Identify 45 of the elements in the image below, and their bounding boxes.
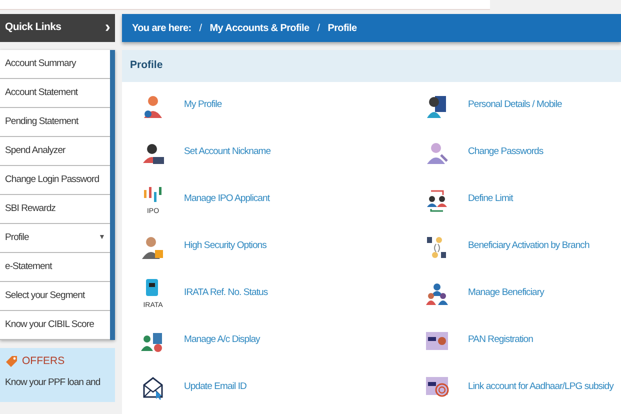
chevron-icon: ›: [104, 20, 110, 36]
sidebar-item[interactable]: Profile: [5, 230, 29, 246]
sidebar-item[interactable]: e-Statement: [5, 260, 52, 274]
person-document-icon: [425, 94, 449, 118]
breadcrumb-separator: /: [317, 22, 320, 36]
breadcrumb-separator: /: [199, 22, 202, 36]
profile-link[interactable]: Change Passwords: [468, 145, 544, 160]
profile-link[interactable]: Link account for Aadhaar/LPG subsidy: [468, 380, 614, 395]
sidebar-item[interactable]: Account Summary: [5, 56, 76, 72]
person-wrench-icon: [425, 140, 449, 164]
profile-link[interactable]: Update Email ID: [184, 380, 246, 395]
profile-link[interactable]: Define Limit: [468, 192, 513, 207]
tag-icon: [5, 355, 18, 368]
person-lock-icon: [141, 234, 165, 258]
person-gear-icon: [141, 94, 165, 118]
profile-link[interactable]: High Security Options: [184, 239, 266, 254]
sidebar-item[interactable]: Spend Analyzer: [5, 144, 66, 158]
profile-link[interactable]: My Profile: [184, 98, 222, 113]
sidebar-item[interactable]: Change Login Password: [5, 172, 100, 188]
people-exchange-icon: [425, 188, 449, 212]
profile-link[interactable]: Beneficiary Activation by Branch: [468, 239, 590, 254]
breadcrumb-label: You are here:: [132, 22, 192, 36]
sidebar-item[interactable]: Account Statement: [5, 86, 78, 100]
quick-links-title: Quick Links: [5, 20, 62, 36]
breadcrumb-item[interactable]: Profile: [328, 20, 357, 36]
profile-link[interactable]: Manage IPO Applicant: [184, 192, 270, 207]
envelope-cursor-icon: [141, 376, 165, 400]
devices-link-icon: [425, 234, 449, 258]
sidebar-item[interactable]: Select your Segment: [5, 288, 85, 304]
offers-title: OFFERS: [22, 354, 65, 369]
profile-link[interactable]: Manage A/c Display: [184, 333, 260, 348]
people-group-icon: [425, 282, 449, 306]
id-card-fingerprint-icon: [425, 376, 449, 400]
profile-link[interactable]: Manage Beneficiary: [468, 286, 544, 301]
quick-links-header[interactable]: Quick Links ›: [0, 14, 115, 42]
panel-title: Profile: [130, 58, 163, 74]
sidebar-item[interactable]: Know your CIBIL Score: [5, 318, 94, 332]
profile-link[interactable]: Personal Details / Mobile: [468, 98, 562, 113]
profile-link[interactable]: Set Account Nickname: [184, 145, 271, 160]
offer-text: Know your PPF loan and: [5, 376, 102, 390]
breadcrumb-item[interactable]: My Accounts & Profile: [210, 20, 310, 36]
profile-link[interactable]: IRATA Ref. No. Status: [184, 286, 268, 301]
profile-link[interactable]: PAN Registration: [468, 333, 533, 348]
sidebar-item[interactable]: SBI Rewardz: [5, 202, 56, 216]
sidebar-item[interactable]: Pending Statement: [5, 114, 78, 130]
